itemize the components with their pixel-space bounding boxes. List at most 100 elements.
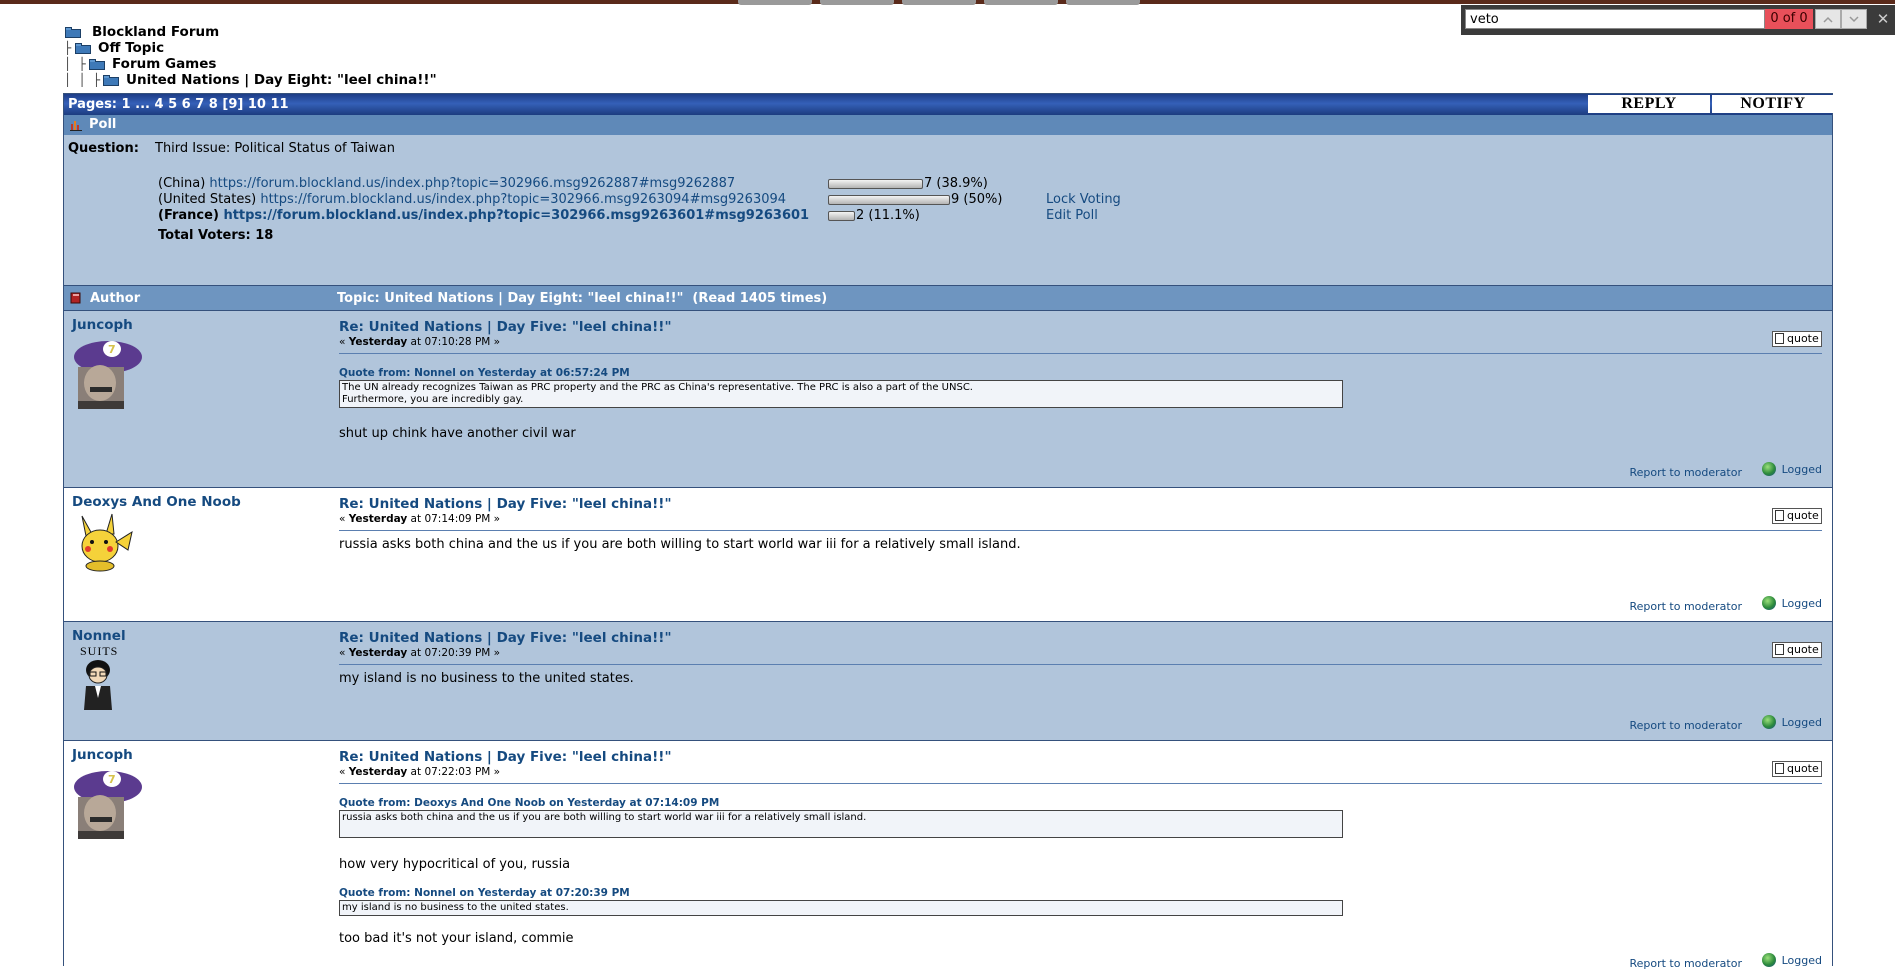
post: Juncoph 7 Re: United Nations | Day Five:… [64, 310, 1832, 487]
poll-result-text: 7 (38.9%) [924, 176, 988, 191]
post: Nonnel SUITS Re: United Nations | Day Fi… [64, 621, 1832, 740]
page-link[interactable]: 8 [209, 97, 218, 112]
find-next-button[interactable] [1841, 9, 1867, 29]
poll-option-link[interactable]: https://forum.blockland.us/index.php?top… [209, 176, 735, 191]
report-to-moderator-link[interactable]: Report to moderator [1629, 600, 1742, 613]
date-day: Yesterday [348, 513, 408, 525]
find-input[interactable] [1465, 9, 1765, 29]
poll-result-bar [828, 211, 855, 221]
pages-label: Pages: [68, 97, 118, 112]
poster-name-link[interactable]: Nonnel [72, 628, 126, 644]
page-link[interactable]: 5 [168, 97, 177, 112]
quote-button[interactable]: quote [1772, 761, 1822, 777]
browser-tab[interactable] [902, 0, 976, 5]
poll-question-label: Question: [68, 141, 139, 156]
chevron-down-icon [1849, 15, 1859, 22]
poll-result-bar [828, 179, 923, 189]
quote-button[interactable]: quote [1772, 331, 1822, 347]
lock-voting-link[interactable]: Lock Voting [1046, 192, 1121, 207]
post-subject-link[interactable]: Re: United Nations | Day Five: "leel chi… [339, 749, 671, 765]
breadcrumb-link-topic[interactable]: United Nations | Day Eight: "leel china!… [126, 72, 437, 88]
breadcrumb-link-category[interactable]: Off Topic [98, 40, 164, 56]
quote-header-link[interactable]: Quote from: Nonnel on Yesterday at 07:20… [339, 887, 630, 899]
browser-tab[interactable] [984, 0, 1058, 5]
post: Juncoph 7 Re: United Nations | Day Five:… [64, 740, 1832, 970]
tree-connector: │ │ ├ [64, 73, 101, 87]
post-subject-link[interactable]: Re: United Nations | Day Five: "leel chi… [339, 496, 671, 512]
quote-icon [1775, 762, 1784, 774]
quote-header-link[interactable]: Quote from: Deoxys And One Noob on Yeste… [339, 797, 719, 809]
date-day: Yesterday [348, 766, 408, 778]
poster-name-link[interactable]: Juncoph [72, 317, 133, 333]
poll-option-link[interactable]: https://forum.blockland.us/index.php?top… [260, 192, 786, 207]
post-body: too bad it's not your island, commie [339, 931, 574, 946]
browser-tab[interactable] [1066, 0, 1140, 5]
breadcrumb-link-board-index[interactable]: Blockland Forum [92, 24, 219, 40]
reply-button[interactable]: REPLY [1588, 95, 1710, 113]
topic-title: Topic: United Nations | Day Eight: "leel… [337, 291, 828, 306]
page-ellipsis: ... [135, 97, 150, 112]
poll-result-text: 2 (11.1%) [856, 208, 920, 223]
author-column-label: Author [90, 291, 141, 306]
poll-chart-icon [70, 121, 82, 131]
logged-label: Logged [1781, 462, 1822, 476]
quote-header-link[interactable]: Quote from: Nonnel on Yesterday at 06:57… [339, 367, 630, 379]
poll-body: Question: Third Issue: Political Status … [64, 135, 1832, 285]
post-divider [339, 664, 1822, 665]
find-previous-button[interactable] [1815, 9, 1841, 29]
close-icon[interactable]: ✕ [1873, 9, 1893, 29]
find-bar: 0 of 0 ✕ [1461, 5, 1895, 35]
browser-tab[interactable] [820, 0, 894, 5]
quote-label: quote [1787, 509, 1819, 522]
quote-text: russia asks both china and the us if you… [342, 812, 867, 823]
breadcrumb: Blockland Forum ├ Off Topic │ ├ Forum Ga… [64, 24, 437, 88]
post-subject-link[interactable]: Re: United Nations | Day Five: "leel chi… [339, 630, 671, 646]
poll-option-prefix: (United States) [158, 192, 257, 207]
poll-option-link[interactable]: https://forum.blockland.us/index.php?top… [223, 208, 809, 223]
poll-option-prefix: (China) [158, 176, 206, 191]
report-to-moderator-link[interactable]: Report to moderator [1629, 719, 1742, 732]
date-time: at 07:20:39 PM » [407, 647, 501, 659]
svg-text:7: 7 [108, 343, 116, 356]
browser-tab[interactable] [738, 0, 812, 5]
logged-label: Logged [1781, 596, 1822, 610]
quote-button[interactable]: quote [1772, 508, 1822, 524]
pagination-bar: Pages: 1 ... 4 5 6 7 8 [9] 10 11 REPLY N… [64, 94, 1834, 115]
pagination: Pages: 1 ... 4 5 6 7 8 [9] 10 11 [68, 94, 289, 115]
quote-button[interactable]: quote [1772, 642, 1822, 658]
poster-name-link[interactable]: Deoxys And One Noob [72, 494, 241, 510]
avatar: 7 [74, 771, 142, 839]
report-to-moderator-link[interactable]: Report to moderator [1629, 466, 1742, 479]
poll-question: Third Issue: Political Status of Taiwan [155, 141, 395, 156]
logged-indicator: Logged [1761, 715, 1822, 729]
avatar [84, 660, 112, 710]
date-time: at 07:14:09 PM » [407, 513, 501, 525]
logged-label: Logged [1781, 715, 1822, 729]
date-time: at 07:10:28 PM » [407, 336, 501, 348]
page-link[interactable]: 1 [122, 97, 131, 112]
poll-option: (China) https://forum.blockland.us/index… [158, 176, 735, 192]
date-day: Yesterday [348, 647, 408, 659]
edit-poll-link[interactable]: Edit Poll [1046, 208, 1098, 223]
breadcrumb-link-board[interactable]: Forum Games [112, 56, 216, 72]
post-subject-link[interactable]: Re: United Nations | Day Five: "leel chi… [339, 319, 671, 335]
date-prefix: « [339, 336, 349, 348]
page-link[interactable]: 4 [154, 97, 163, 112]
globe-icon [1761, 596, 1776, 610]
post-date: « Yesterday at 07:22:03 PM » [339, 766, 500, 778]
poster-name-link[interactable]: Juncoph [72, 747, 133, 763]
page-link[interactable]: 7 [195, 97, 204, 112]
notify-button[interactable]: NOTIFY [1712, 95, 1834, 113]
globe-icon [1761, 953, 1776, 967]
post-date: « Yesterday at 07:20:39 PM » [339, 647, 500, 659]
page-link[interactable]: 6 [182, 97, 191, 112]
find-match-count: 0 of 0 [1765, 9, 1813, 29]
page-link[interactable]: 10 [248, 97, 266, 112]
poll-header: Poll [64, 115, 1832, 135]
post-body: russia asks both china and the us if you… [339, 537, 1021, 552]
page-link[interactable]: 11 [270, 97, 288, 112]
report-to-moderator-link[interactable]: Report to moderator [1629, 957, 1742, 970]
author-book-icon [70, 292, 81, 304]
date-time: at 07:22:03 PM » [407, 766, 501, 778]
tree-connector: ├ [64, 41, 72, 55]
